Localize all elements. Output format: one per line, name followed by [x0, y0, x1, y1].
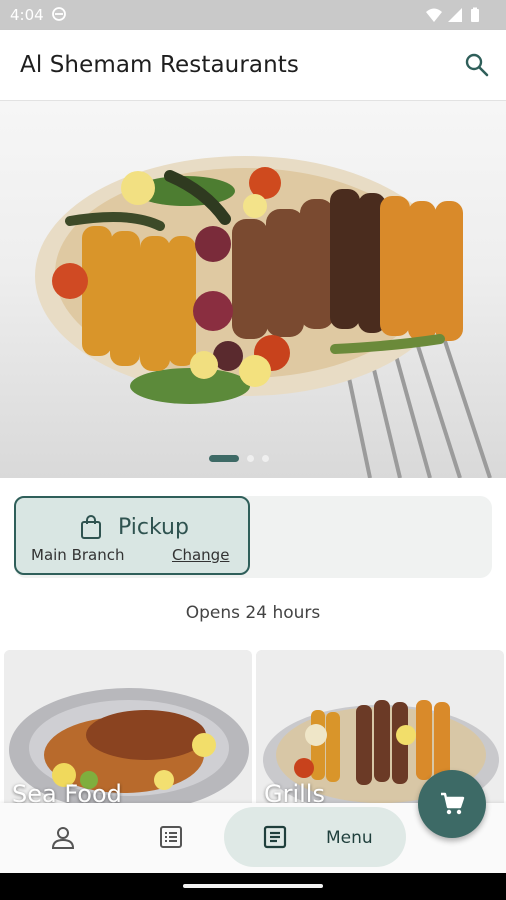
carousel-dot[interactable] — [262, 455, 269, 462]
pickup-option[interactable]: Pickup Main Branch Change — [14, 496, 250, 575]
system-navigation-bar — [0, 873, 506, 900]
system-icons — [426, 7, 479, 22]
status-bar: 4:04 — [0, 0, 506, 30]
orders-list-icon[interactable] — [158, 824, 184, 850]
menu-tab[interactable]: Menu — [224, 807, 406, 867]
battery-icon — [471, 9, 479, 22]
status-time: 4:04 — [10, 6, 44, 24]
change-branch-link[interactable]: Change — [172, 546, 229, 564]
opening-hours: Opens 24 hours — [185, 603, 321, 623]
branch-name: Main Branch — [31, 546, 125, 564]
category-card-sea-food[interactable]: Sea Food — [4, 650, 252, 810]
carousel-dot[interactable] — [247, 455, 254, 462]
wifi-icon — [426, 8, 442, 22]
app-bar: Al Shemam Restaurants — [0, 30, 506, 101]
gesture-handle[interactable] — [183, 884, 323, 888]
vpn-icon — [52, 7, 66, 21]
signal-icon — [448, 8, 462, 22]
carousel-dot-active[interactable] — [209, 455, 239, 462]
menu-tab-label: Menu — [326, 828, 373, 848]
cart-icon — [441, 792, 465, 815]
shopping-bag-icon — [81, 515, 101, 539]
menu-icon — [263, 825, 287, 849]
person-icon[interactable] — [50, 825, 76, 851]
pickup-label: Pickup — [118, 515, 189, 540]
mixed-grill-image — [35, 156, 492, 478]
hero-banner[interactable] — [0, 101, 506, 478]
app-title: Al Shemam Restaurants — [20, 52, 299, 78]
cart-button[interactable] — [418, 770, 486, 838]
search-icon[interactable] — [462, 50, 492, 80]
